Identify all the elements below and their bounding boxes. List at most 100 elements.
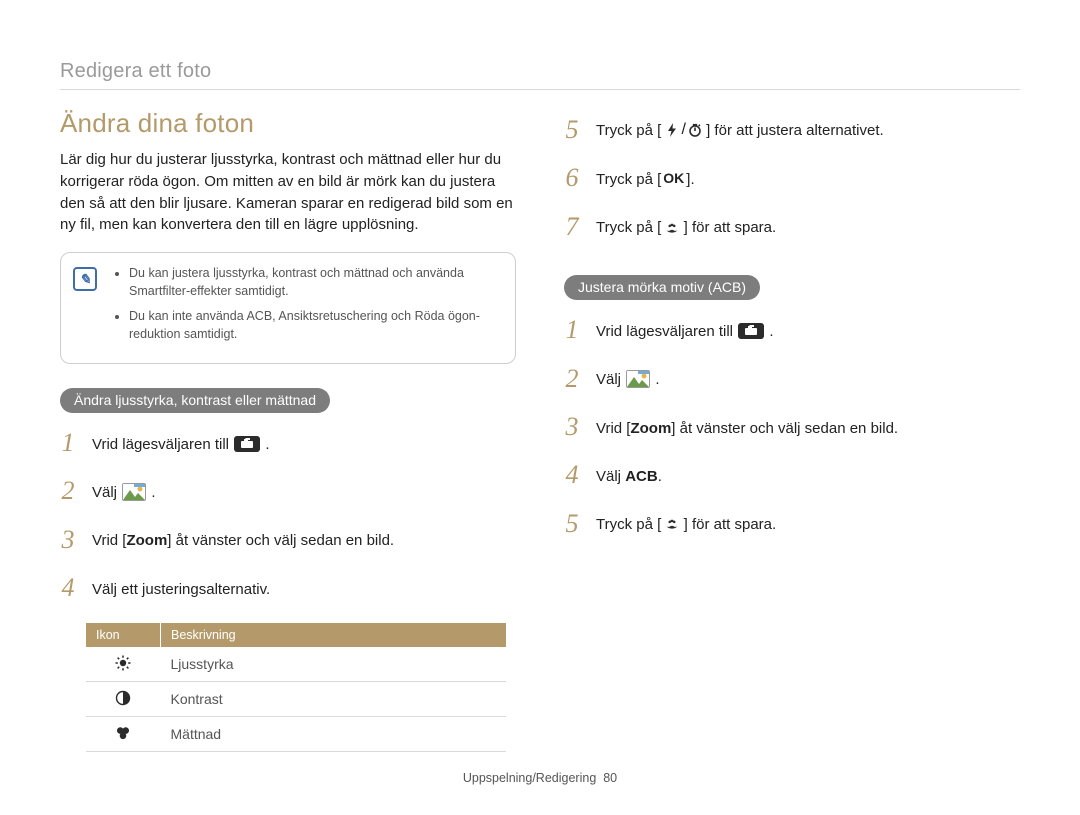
text: . (658, 468, 662, 485)
mode-dial-icon (234, 436, 260, 452)
cell-icon (86, 647, 161, 682)
step-number: 7 (564, 209, 580, 245)
text: ]. (686, 171, 694, 188)
step-text: Tryck på [ ] för att spara. (596, 215, 1020, 238)
step: 1 Vrid lägesväljaren till . (564, 312, 1020, 348)
step: 2 Välj . (60, 473, 516, 509)
step-text: Välj . (92, 480, 516, 503)
step-number: 2 (60, 473, 76, 509)
step-text: Välj ACB. (596, 464, 1020, 487)
cell-icon (86, 681, 161, 716)
step: 4 Välj ACB. (564, 457, 1020, 493)
text: . (769, 323, 773, 340)
edit-photo-icon (626, 370, 650, 388)
step: 3 Vrid [Zoom] åt vänster och välj sedan … (60, 522, 516, 558)
zoom-label: Zoom (630, 420, 671, 437)
header-rule (60, 89, 1020, 90)
text: Vrid lägesväljaren till (596, 323, 737, 340)
step-text: Tryck på [ ] för att spara. (596, 512, 1020, 535)
cell-icon (86, 716, 161, 751)
step-number: 6 (564, 160, 580, 196)
step: 7 Tryck på [ ] för att spara. (564, 209, 1020, 245)
footer-page-number: 80 (603, 771, 617, 785)
text: ] åt vänster och välj sedan en bild. (167, 532, 394, 549)
step-number: 2 (564, 361, 580, 397)
text: Tryck på [ (596, 171, 661, 188)
text: Vrid [ (92, 532, 126, 549)
step-number: 3 (60, 522, 76, 558)
step-text: Tryck på [ / ] för att justera alternati… (596, 118, 1020, 142)
zoom-label: Zoom (126, 532, 167, 549)
step-number: 3 (564, 409, 580, 445)
cell-desc: Ljusstyrka (161, 647, 506, 682)
text: . (655, 371, 659, 388)
text: Vrid [ (596, 420, 630, 437)
steps-adjust-continued: 5 Tryck på [ / ] för att justera alterna… (564, 112, 1020, 245)
macro-flower-icon (665, 221, 679, 235)
table-header-desc: Beskrivning (161, 623, 506, 647)
text: Välj (596, 468, 625, 485)
text: ] för att justera alternativet. (706, 122, 884, 139)
text: ] åt vänster och välj sedan en bild. (671, 420, 898, 437)
slash: / (681, 119, 685, 141)
step: 1 Vrid lägesväljaren till . (60, 425, 516, 461)
step: 4 Välj ett justeringsalternativ. (60, 570, 516, 606)
flash-timer-icons: / (665, 119, 701, 141)
note-list: Du kan justera ljusstyrka, kontrast och … (111, 265, 501, 351)
step-number: 1 (564, 312, 580, 348)
right-column: 5 Tryck på [ / ] för att justera alterna… (564, 108, 1020, 759)
note-item: Du kan justera ljusstyrka, kontrast och … (129, 265, 501, 300)
step-text: Vrid [Zoom] åt vänster och välj sedan en… (596, 416, 1020, 439)
step-text: Vrid lägesväljaren till . (596, 319, 1020, 342)
acb-label: ACB (625, 468, 658, 485)
step-text: Vrid lägesväljaren till . (92, 432, 516, 455)
step-text: Vrid [Zoom] åt vänster och välj sedan en… (92, 528, 516, 551)
text: Vrid lägesväljaren till (92, 436, 233, 453)
text: ] för att spara. (684, 516, 777, 533)
subsection-pill-acb: Justera mörka motiv (ACB) (564, 275, 760, 300)
flash-icon (665, 123, 679, 137)
table-row: Mättnad (86, 716, 506, 751)
mode-dial-icon (738, 323, 764, 339)
step: 5 Tryck på [ / ] för att justera alterna… (564, 112, 1020, 148)
cell-desc: Mättnad (161, 716, 506, 751)
ok-button-label: OK (663, 169, 684, 189)
steps-acb: 1 Vrid lägesväljaren till . 2 Välj (564, 312, 1020, 542)
text: . (151, 484, 155, 501)
steps-adjust: 1 Vrid lägesväljaren till . 2 Välj (60, 425, 516, 607)
note-icon: ✎ (73, 267, 97, 291)
note-item: Du kan inte använda ACB, Ansiktsretusche… (129, 308, 501, 343)
text: . (265, 436, 269, 453)
text: Tryck på [ (596, 516, 661, 533)
footer: Uppspelning/Redigering 80 (60, 759, 1020, 785)
step: 5 Tryck på [ ] för att spara. (564, 506, 1020, 542)
subsection-pill-adjust: Ändra ljusstyrka, kontrast eller mättnad (60, 388, 330, 413)
text: Välj (92, 484, 121, 501)
left-column: Ändra dina foton Lär dig hur du justerar… (60, 108, 516, 759)
step-number: 5 (564, 112, 580, 148)
step-number: 1 (60, 425, 76, 461)
brightness-icon (114, 654, 132, 672)
cell-desc: Kontrast (161, 681, 506, 716)
note-box: ✎ Du kan justera ljusstyrka, kontrast oc… (60, 252, 516, 364)
timer-icon (688, 123, 702, 137)
step-number: 5 (564, 506, 580, 542)
table-header-icon: Ikon (86, 623, 161, 647)
table-row: Kontrast (86, 681, 506, 716)
step-number: 4 (564, 457, 580, 493)
contrast-icon (114, 689, 132, 707)
text: Tryck på [ (596, 219, 661, 236)
text: Tryck på [ (596, 122, 661, 139)
step: 3 Vrid [Zoom] åt vänster och välj sedan … (564, 409, 1020, 445)
step-text: Tryck på [OK]. (596, 167, 1020, 190)
macro-flower-icon (665, 517, 679, 531)
adjustment-table: Ikon Beskrivning Ljusstyrka (86, 623, 506, 752)
footer-section: Uppspelning/Redigering (463, 771, 596, 785)
step: 2 Välj . (564, 361, 1020, 397)
step-text: Välj ett justeringsalternativ. (92, 577, 516, 600)
columns: Ändra dina foton Lär dig hur du justerar… (60, 108, 1020, 759)
text: ] för att spara. (684, 219, 777, 236)
table-row: Ljusstyrka (86, 647, 506, 682)
saturation-icon (114, 724, 132, 742)
edit-photo-icon (122, 483, 146, 501)
